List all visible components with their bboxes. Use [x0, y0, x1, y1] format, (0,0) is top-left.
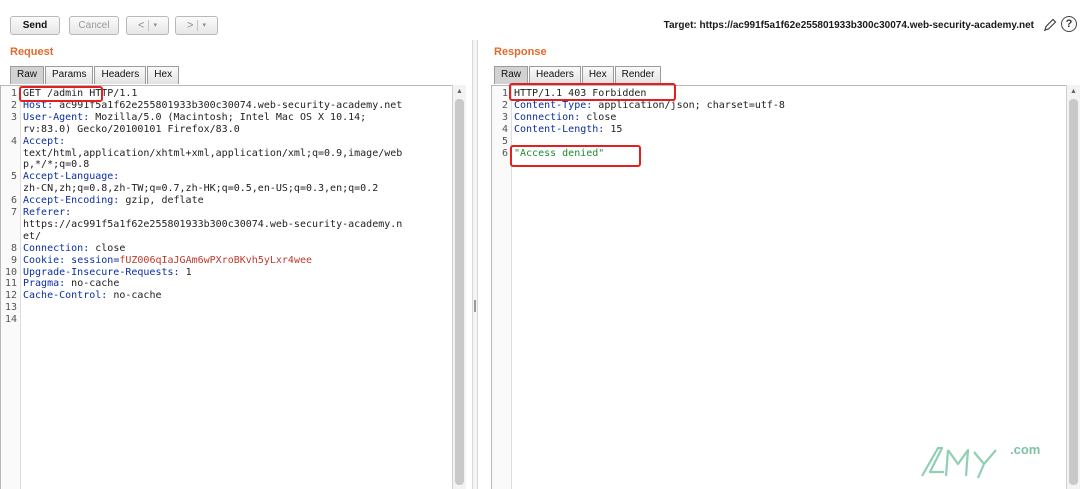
response-tab-render[interactable]: Render [614, 66, 662, 84]
request-editor[interactable]: 1 GET /admin HTTP/1.1 2 Host: ac991f5a1f62e… [0, 85, 452, 489]
line-number: 12 [4, 290, 17, 302]
line-number: 2 [501, 99, 508, 111]
code-line: Cache-Control: no-cache [23, 290, 162, 302]
response-tab-headers[interactable]: Headers [529, 66, 581, 84]
help-icon[interactable]: ? [1061, 16, 1077, 32]
target-url: Target: https://ac991f5a1f62e255801933b3… [663, 20, 1034, 31]
line-number: 6 [501, 147, 508, 159]
code-line: Content-Type: application/json; charset=… [514, 99, 785, 111]
toolbar: Send Cancel < ▾ > ▾ Target: https://ac991f… [0, 0, 1080, 40]
back-arrow-icon: < [138, 19, 145, 32]
line-number: 6 [10, 195, 17, 207]
response-scrollbar[interactable]: ▲ [1066, 85, 1080, 489]
line-number: 1 [501, 88, 508, 99]
scrollbar-thumb[interactable] [1069, 99, 1078, 485]
code-line: zh-CN,zh;q=0.8,zh-TW;q=0.7,zh-HK;q=0.5,e… [23, 183, 379, 195]
request-scrollbar[interactable]: ▲ [452, 85, 466, 489]
request-tabs: Raw Params Headers Hex [10, 66, 180, 84]
line-number: 3 [10, 111, 17, 123]
line-number: 11 [4, 278, 17, 290]
response-tab-raw[interactable]: Raw [494, 66, 529, 84]
request-tab-raw[interactable]: Raw [10, 66, 45, 84]
response-title: Response [494, 46, 547, 58]
code-line: Pragma: no-cache [23, 278, 120, 290]
code-line: https://ac991f5a1f62e255801933b300c30074… [23, 218, 403, 230]
code-line: Connection: close [23, 242, 126, 254]
code-line: Cookie: session=fUZ006qIaJGAm6wPXroBKvh5… [23, 254, 312, 266]
line-number: 10 [4, 266, 17, 278]
code-line: Referer: [23, 207, 72, 218]
pencil-icon[interactable] [1042, 17, 1058, 33]
line-number: 14 [4, 314, 17, 326]
annotation-box-response-body [510, 145, 641, 167]
chevron-down-icon: ▾ [202, 22, 206, 29]
line-number: 3 [501, 111, 508, 123]
line-number: 8 [10, 242, 17, 254]
code-line: Upgrade-Insecure-Requests: 1 [23, 266, 192, 278]
request-tab-hex[interactable]: Hex [147, 66, 180, 84]
history-forward-button[interactable]: > ▾ [175, 16, 218, 35]
line-number: 4 [10, 135, 17, 147]
code-line: Accept-Language: [23, 171, 120, 183]
annotation-box-status-line [509, 83, 676, 101]
forward-arrow-icon: > [187, 19, 194, 32]
cancel-button[interactable]: Cancel [69, 16, 119, 35]
line-number: 1 [10, 88, 17, 99]
code-line: Accept: [23, 135, 66, 147]
annotation-box-request-line [19, 86, 103, 102]
code-line: text/html,application/xhtml+xml,applicat… [23, 147, 403, 159]
line-number: 13 [4, 302, 17, 314]
code-line: rv:83.0) Gecko/20100101 Firefox/83.0 [23, 123, 240, 135]
scroll-up-icon[interactable]: ▲ [453, 88, 466, 95]
watermark-logo-icon [921, 446, 997, 479]
request-tab-headers[interactable]: Headers [94, 66, 147, 84]
splitter-grip-icon [474, 300, 476, 312]
send-button[interactable]: Send [10, 16, 60, 35]
code-line: User-Agent: Mozilla/5.0 (Macintosh; Inte… [23, 111, 367, 123]
code-line: et/ [23, 230, 42, 242]
code-line: Accept-Encoding: gzip, deflate [23, 195, 204, 207]
response-tab-hex[interactable]: Hex [581, 66, 614, 84]
code-line: Content-Length: 15 [514, 123, 623, 135]
pane-splitter[interactable] [472, 40, 478, 489]
line-number: 5 [10, 171, 17, 183]
code-line: Connection: close [514, 111, 617, 123]
scrollbar-thumb[interactable] [455, 99, 464, 485]
scroll-up-icon[interactable]: ▲ [1067, 88, 1080, 95]
line-number: 9 [10, 254, 17, 266]
line-number: 7 [10, 207, 17, 218]
request-tab-params[interactable]: Params [45, 66, 94, 84]
line-number: 4 [501, 123, 508, 135]
code-line: p,*/*;q=0.8 [23, 159, 90, 171]
history-back-button[interactable]: < ▾ [126, 16, 169, 35]
response-tabs: Raw Headers Hex Render [494, 66, 662, 84]
line-number: 2 [10, 99, 17, 111]
line-number: 5 [501, 135, 508, 147]
watermark-suffix: .com [1010, 442, 1041, 457]
chevron-down-icon: ▾ [153, 22, 157, 29]
request-title: Request [10, 46, 54, 58]
